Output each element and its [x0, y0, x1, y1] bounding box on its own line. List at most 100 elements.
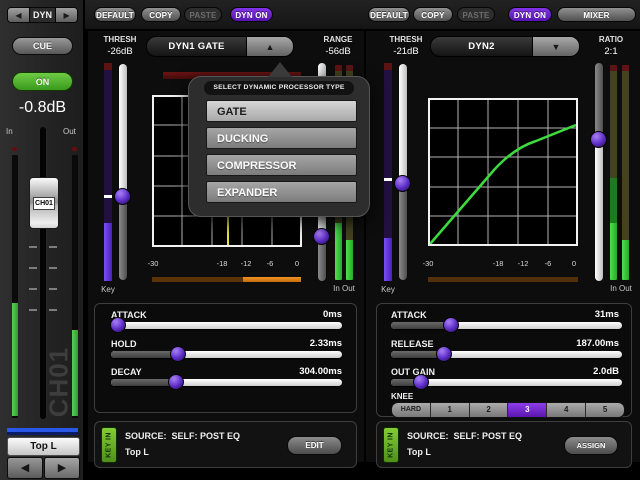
popup-item-expander[interactable]: EXPANDER	[206, 181, 357, 203]
outgain-label: OUT GAIN	[391, 367, 435, 377]
dyn1-key-level-bar-low	[152, 277, 243, 282]
prev-channel-button[interactable]: ◀	[7, 457, 43, 479]
dyn1-decay-slider[interactable]	[111, 379, 342, 386]
dyn1-attack-slider[interactable]	[111, 322, 342, 329]
prev-processor-button[interactable]: ◀	[8, 8, 29, 22]
dyn1-keyin-box: KEY IN SOURCE: SELF: POST EQ Top L EDIT	[94, 421, 357, 468]
dyn2-tick--6: -6	[536, 259, 560, 268]
dyn2-ratio-slider[interactable]	[595, 63, 603, 281]
dyn2-type-dropdown[interactable]: DYN2 COMPRESSOR ▼	[430, 36, 580, 57]
next-channel-button[interactable]: ▶	[44, 457, 80, 479]
dyn1-range-label: RANGE	[315, 35, 361, 44]
channel-id-watermark: CH01	[44, 347, 75, 417]
outgain-value: 2.0dB	[593, 366, 619, 377]
dyn1-thresh-value: -26dB	[96, 46, 144, 57]
toolbar: DEFAULT COPY PASTE DYN ON DEFAULT COPY P…	[85, 0, 640, 31]
knee-label: KNEE	[391, 392, 413, 401]
dyn2-tick--12: -12	[511, 259, 535, 268]
fader-level-readout: -0.8dB	[0, 99, 85, 117]
fader-knob-label: CH01	[33, 197, 55, 210]
strip-in-meter	[12, 155, 18, 418]
dyn1-dropdown-arrow-icon[interactable]: ▲	[246, 37, 293, 56]
popup-item-gate[interactable]: GATE	[206, 100, 357, 122]
channel-name-button[interactable]: Top L	[7, 437, 80, 456]
dyn2-thresh-label: THRESH	[382, 35, 430, 44]
dyn2-attack-slider[interactable]	[391, 322, 622, 329]
dyn1-paste-button: PASTE	[184, 7, 222, 22]
dyn1-default-button[interactable]: DEFAULT	[94, 7, 136, 22]
dyn2-keyin-name: Top L	[407, 447, 431, 457]
dyn1-type-dropdown[interactable]: DYN1 GATE ▲	[146, 36, 294, 57]
dyn1-inout-label: In Out	[326, 284, 362, 293]
knee-selector: HARD 1 2 3 4 5	[391, 402, 625, 418]
decay-value: 304.00ms	[299, 366, 342, 377]
dyn1-keyin-source: SOURCE: SELF: POST EQ	[125, 431, 240, 441]
dynamics-screen: DEFAULT COPY PASTE DYN ON DEFAULT COPY P…	[0, 0, 640, 480]
dyn2-keyin-tag: KEY IN	[383, 427, 399, 463]
dyn2-key-level-bar	[428, 277, 578, 282]
dyn1-range-knob[interactable]	[313, 228, 330, 245]
knee-5-button[interactable]: 5	[586, 403, 624, 417]
popup-item-ducking[interactable]: DUCKING	[206, 127, 357, 149]
fader-knob[interactable]: CH01	[29, 177, 59, 229]
dyn1-sliders-box: ATTACK 0ms HOLD 2.33ms DECAY 304.00ms	[94, 303, 357, 413]
dyn2-copy-button[interactable]: COPY	[413, 7, 453, 22]
release-label: RELEASE	[391, 339, 434, 349]
hold-value: 2.33ms	[310, 338, 342, 349]
release-value: 187.00ms	[576, 338, 619, 349]
cue-button[interactable]: CUE	[12, 37, 73, 55]
dyn2-ratio-knob[interactable]	[590, 131, 607, 148]
dyn1-tick--18: -18	[210, 259, 234, 268]
knee-4-button[interactable]: 4	[547, 403, 586, 417]
popup-item-compressor[interactable]: COMPRESSOR	[206, 154, 357, 176]
dyn1-range-value: -56dB	[315, 46, 361, 57]
dyn2-keyin-source: SOURCE: SELF: POST EQ	[407, 431, 522, 441]
dyn1-keyin-tag: KEY IN	[101, 427, 117, 463]
dyn1-copy-button[interactable]: COPY	[141, 7, 181, 22]
dyn1-tick-0: 0	[285, 259, 309, 268]
dyn1-type-label: DYN1 GATE	[147, 37, 246, 56]
decay-label: DECAY	[111, 367, 142, 377]
dyn2-thresh-value: -21dB	[382, 46, 430, 57]
dyn1-on-button[interactable]: DYN ON	[230, 7, 273, 22]
dyn2-thresh-slider[interactable]	[399, 64, 407, 280]
dyn2-on-button[interactable]: DYN ON	[508, 7, 552, 22]
dyn1-keyin-name: Top L	[125, 447, 149, 457]
dyn2-keyin-box: KEY IN SOURCE: SELF: POST EQ Top L ASSIG…	[376, 421, 632, 468]
out-clip-indicator	[72, 147, 77, 151]
dyn2-compressor-graph	[428, 98, 578, 246]
next-processor-button[interactable]: ▶	[56, 8, 77, 22]
dyn2-thresh-knob[interactable]	[394, 175, 411, 192]
processor-nav-label: DYN	[29, 8, 56, 22]
strip-out-label: Out	[63, 127, 76, 136]
dyn2-inout-label: In Out	[603, 284, 639, 293]
dyn2-key-meter	[384, 63, 392, 281]
dyn1-key-label: Key	[96, 285, 120, 294]
knee-3-button[interactable]: 3	[508, 403, 547, 417]
processor-type-popup: SELECT DYNAMIC PROCESSOR TYPE GATE DUCKI…	[188, 76, 370, 217]
dyn2-panel: THRESH -21dB DYN2 COMPRESSOR ▼ RATIO 2:1…	[366, 31, 640, 462]
processor-nav: ◀ DYN ▶	[7, 7, 78, 23]
dyn2-keyin-assign-button[interactable]: ASSIGN	[564, 436, 618, 455]
popup-pointer-icon	[268, 62, 292, 77]
dyn2-dropdown-arrow-icon[interactable]: ▼	[532, 37, 579, 56]
strip-in-label: In	[6, 127, 13, 136]
mixer-button[interactable]: MIXER	[557, 7, 636, 22]
dyn2-default-button[interactable]: DEFAULT	[368, 7, 410, 22]
dyn2-release-slider[interactable]	[391, 351, 622, 358]
on-button[interactable]: ON	[12, 72, 73, 91]
dyn2-in-meter	[610, 65, 617, 280]
dyn1-thresh-knob[interactable]	[114, 188, 131, 205]
knee-hard-button[interactable]: HARD	[392, 403, 431, 417]
dyn2-outgain-slider[interactable]	[391, 379, 622, 386]
dyn1-thresh-slider[interactable]	[119, 64, 127, 280]
dyn1-tick--12: -12	[234, 259, 258, 268]
knee-2-button[interactable]: 2	[470, 403, 509, 417]
dyn1-hold-slider[interactable]	[111, 351, 342, 358]
knee-1-button[interactable]: 1	[431, 403, 470, 417]
dyn2-out-meter	[622, 65, 629, 280]
dyn2-sliders-box: ATTACK 31ms RELEASE 187.00ms OUT GAIN 2.…	[376, 303, 632, 417]
dyn1-tick--6: -6	[258, 259, 282, 268]
attack-value: 0ms	[323, 309, 342, 320]
dyn1-keyin-edit-button[interactable]: EDIT	[287, 436, 342, 455]
